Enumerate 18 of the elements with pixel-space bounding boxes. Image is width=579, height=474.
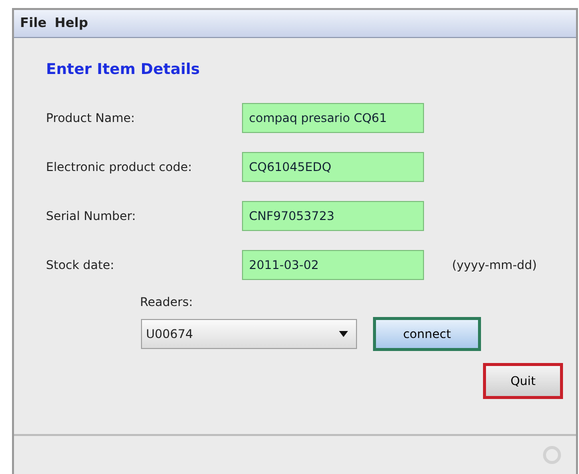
input-field[interactable]: CNF97053723 xyxy=(242,200,424,230)
input-field[interactable]: CQ61045EDQ xyxy=(242,152,424,182)
input-field[interactable]: compaq presario CQ61 xyxy=(242,102,424,132)
format-hint: (yyyy-mm-dd) xyxy=(452,256,537,274)
busy-indicator-icon xyxy=(542,445,562,465)
field-label: Serial Number: xyxy=(46,208,137,224)
connect-button[interactable]: connect xyxy=(373,316,481,350)
readers-dropdown[interactable]: U00674 xyxy=(141,318,357,348)
input-field[interactable]: 2011-03-02 xyxy=(242,250,424,280)
menu-item[interactable]: File xyxy=(20,14,47,34)
caret-icon xyxy=(339,330,348,336)
readers-label: Readers: xyxy=(140,294,194,310)
quit-button[interactable]: Quit xyxy=(483,362,563,398)
field-label: Product Name: xyxy=(46,110,136,126)
field-label: Stock date: xyxy=(46,256,116,274)
form-heading: Enter Item Details xyxy=(46,59,201,80)
menu-item[interactable]: Help xyxy=(54,14,88,34)
field-label: Electronic product code: xyxy=(46,158,193,176)
